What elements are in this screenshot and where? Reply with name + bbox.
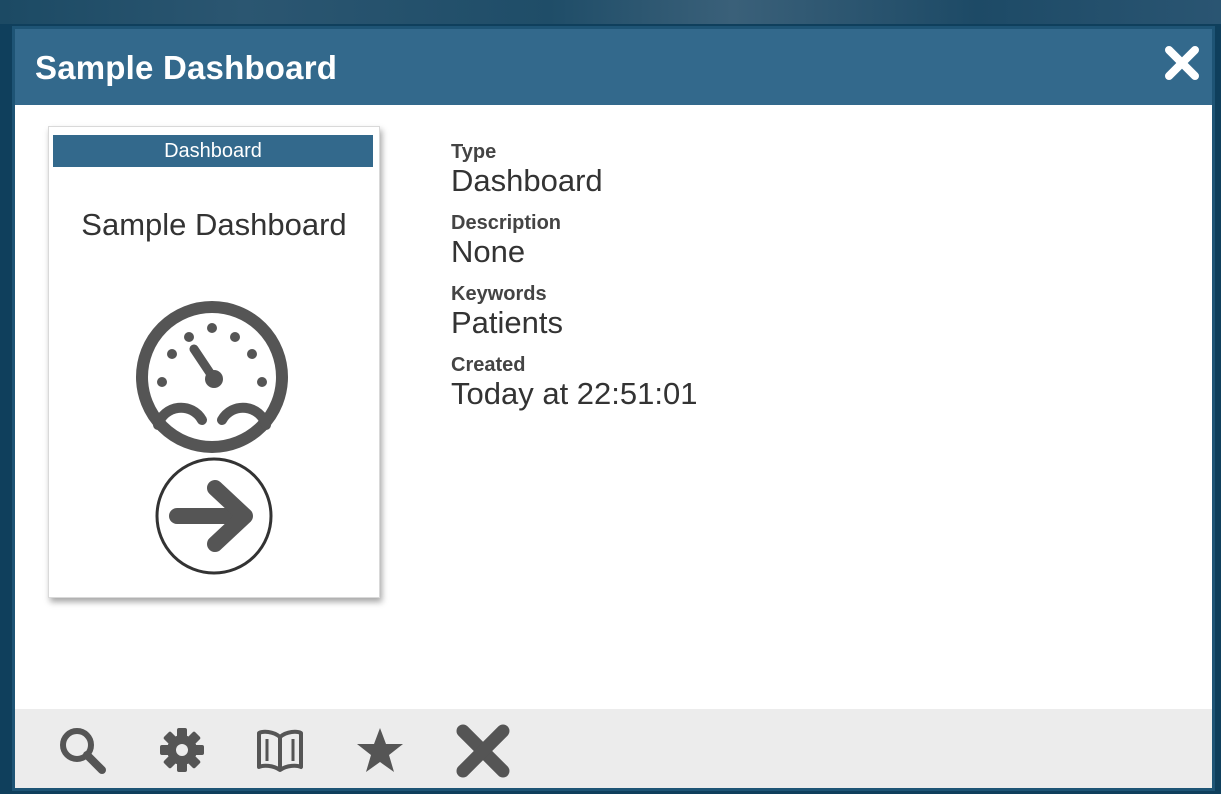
dashboard-card[interactable]: Dashboard Sample Dashboard bbox=[48, 126, 380, 598]
star-icon[interactable] bbox=[355, 725, 405, 775]
dialog-toolbar bbox=[15, 709, 1212, 788]
detail-value: Today at 22:51:01 bbox=[451, 376, 698, 411]
detail-label: Description bbox=[451, 212, 562, 234]
detail-description: Description None bbox=[451, 212, 697, 270]
details-panel: Type Dashboard Description None Keywords… bbox=[451, 141, 697, 425]
detail-value: Dashboard bbox=[451, 163, 603, 198]
card-title: Sample Dashboard bbox=[81, 207, 347, 242]
detail-keywords: Keywords Patients bbox=[451, 283, 697, 341]
book-icon[interactable] bbox=[255, 725, 305, 775]
dashboard-gauge-icon bbox=[136, 301, 288, 453]
card-type-label: Dashboard bbox=[53, 135, 373, 167]
search-icon[interactable] bbox=[57, 725, 107, 775]
detail-value: Patients bbox=[451, 305, 564, 340]
close-icon[interactable] bbox=[453, 721, 513, 781]
detail-created: Created Today at 22:51:01 bbox=[451, 354, 697, 412]
detail-value: None bbox=[451, 234, 526, 269]
close-icon[interactable] bbox=[1162, 43, 1202, 83]
detail-type: Type Dashboard bbox=[451, 141, 697, 199]
dialog-titlebar: Sample Dashboard bbox=[15, 29, 1212, 105]
detail-label: Type bbox=[451, 141, 497, 163]
dialog-title: Sample Dashboard bbox=[35, 49, 338, 86]
detail-label: Created bbox=[451, 354, 526, 376]
detail-label: Keywords bbox=[451, 283, 547, 305]
gear-icon[interactable] bbox=[157, 725, 207, 775]
arrow-right-circle-icon[interactable] bbox=[153, 455, 275, 577]
background-strip bbox=[0, 0, 1221, 24]
dashboard-dialog: Sample Dashboard Dashboard Sample Dashbo… bbox=[12, 26, 1215, 791]
